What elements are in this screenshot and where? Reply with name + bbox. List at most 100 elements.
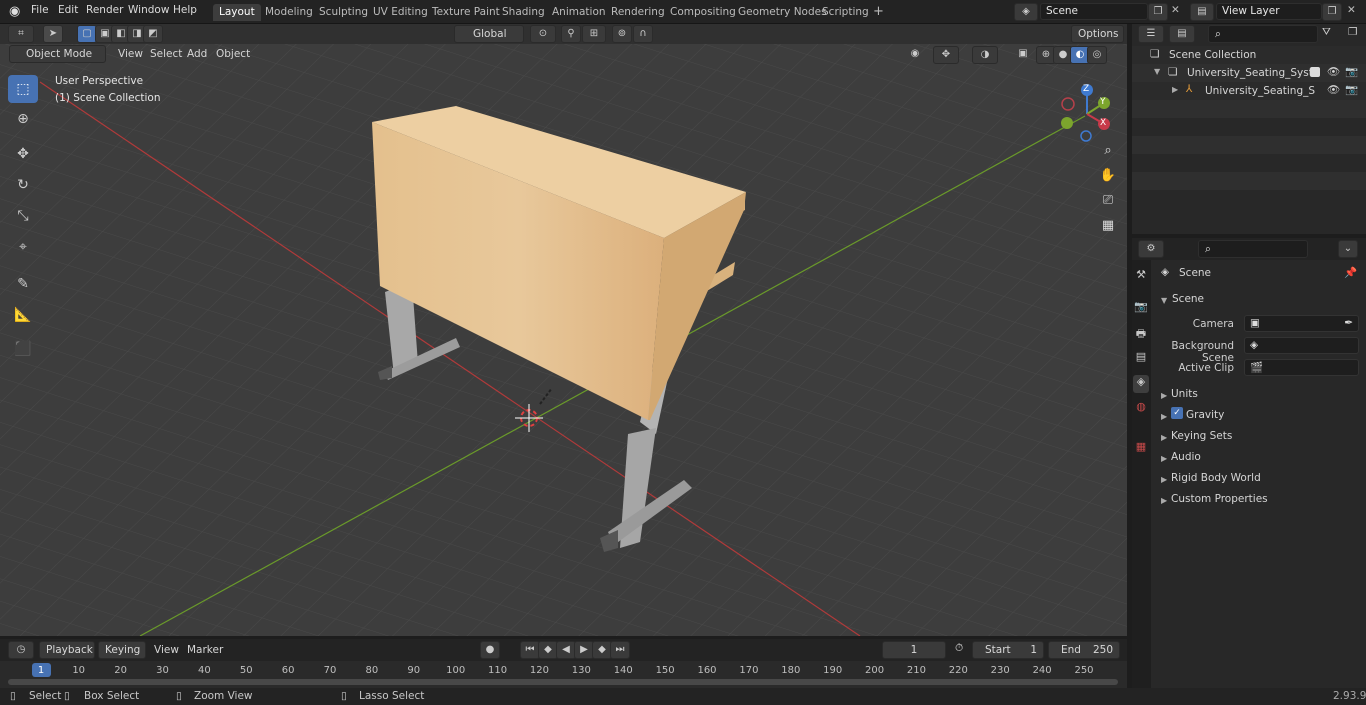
tab-animation[interactable]: Animation bbox=[546, 4, 612, 21]
scene-selector-icon[interactable]: ◈ bbox=[1014, 3, 1038, 21]
collapse-icon[interactable]: ▼ bbox=[1161, 296, 1167, 305]
stopwatch-icon[interactable]: ⏱ bbox=[955, 642, 963, 655]
exclude-checkbox[interactable] bbox=[1310, 67, 1320, 77]
eyedropper-icon[interactable]: ✒ bbox=[1344, 317, 1353, 329]
gravity-checkbox[interactable]: ✓ bbox=[1171, 407, 1183, 419]
camera-field[interactable]: ▣ ✒ bbox=[1244, 315, 1359, 332]
filter-icon[interactable]: ⛛ bbox=[1322, 26, 1331, 39]
start-frame-field[interactable]: Start 1 bbox=[972, 641, 1044, 659]
tool-tab-icon[interactable]: ⚒ bbox=[1133, 268, 1149, 286]
options-button[interactable]: Options bbox=[1071, 25, 1124, 43]
view-layer-selector-icon[interactable]: ▤ bbox=[1190, 3, 1214, 21]
tab-scripting[interactable]: Scripting bbox=[816, 4, 875, 21]
scene-tab-icon[interactable]: ◈ bbox=[1133, 375, 1149, 393]
marker-menu[interactable]: Marker bbox=[187, 644, 223, 656]
menu-view[interactable]: View bbox=[118, 48, 143, 60]
expand-icon[interactable]: ▶ bbox=[1161, 475, 1167, 484]
tab-modeling[interactable]: Modeling bbox=[259, 4, 319, 21]
rigid-body-world-subpanel[interactable]: Rigid Body World bbox=[1171, 472, 1261, 484]
eye-icon[interactable]: 👁 bbox=[1327, 65, 1340, 78]
expand-icon[interactable]: ▶ bbox=[1161, 496, 1167, 505]
expand-icon[interactable]: ▶ bbox=[1161, 454, 1167, 463]
outliner-search-field[interactable]: ⌕ bbox=[1208, 25, 1318, 43]
units-subpanel[interactable]: Units bbox=[1171, 388, 1198, 400]
menu-file[interactable]: File bbox=[31, 4, 49, 16]
prev-keyframe-icon[interactable]: ◆ bbox=[538, 641, 558, 659]
scene-name-field[interactable]: Scene bbox=[1040, 3, 1148, 20]
play-icon[interactable]: ▶ bbox=[574, 641, 594, 659]
keying-menu[interactable]: Keying bbox=[98, 641, 146, 659]
grid-perspective-icon[interactable]: ▦ bbox=[1097, 215, 1119, 237]
select-tool-icon[interactable]: ➤ bbox=[43, 25, 63, 43]
menu-window[interactable]: Window bbox=[128, 4, 169, 16]
gravity-subpanel[interactable]: Gravity bbox=[1186, 409, 1224, 421]
timeline-view-menu[interactable]: View bbox=[154, 644, 179, 656]
tool-cursor[interactable]: ⊕ bbox=[8, 105, 38, 133]
select-intersect-icon[interactable]: ◩ bbox=[143, 25, 163, 43]
expand-icon[interactable]: ▶ bbox=[1161, 412, 1167, 421]
texture-tab-icon[interactable]: ▦ bbox=[1133, 440, 1149, 458]
editor-type-icon[interactable]: ⌗ bbox=[8, 25, 34, 43]
tab-texture-paint[interactable]: Texture Paint bbox=[426, 4, 506, 21]
current-frame-field[interactable]: 1 bbox=[882, 641, 946, 659]
gizmo-toggle-icon[interactable]: ✥ bbox=[933, 46, 959, 64]
menu-help[interactable]: Help bbox=[173, 4, 197, 16]
record-icon[interactable]: ● bbox=[480, 641, 500, 659]
tab-sculpting[interactable]: Sculpting bbox=[313, 4, 374, 21]
outliner-row-item[interactable]: ▼ ❏ University_Seating_System_T 👁 📷 bbox=[1132, 64, 1366, 82]
tool-rotate[interactable]: ↻ bbox=[8, 171, 38, 199]
proportional-edit-icon[interactable]: ⊚ bbox=[612, 25, 632, 43]
play-reverse-icon[interactable]: ◀ bbox=[556, 641, 576, 659]
menu-add[interactable]: Add bbox=[187, 48, 207, 60]
jump-end-icon[interactable]: ⏭ bbox=[610, 641, 630, 659]
hand-pan-icon[interactable]: ✋ bbox=[1097, 165, 1119, 187]
properties-options-icon[interactable]: ⌄ bbox=[1338, 240, 1358, 258]
camera-icon[interactable]: 📷 bbox=[1345, 83, 1358, 96]
menu-render[interactable]: Render bbox=[86, 4, 123, 16]
snap-toggle-icon[interactable]: ⚲ bbox=[561, 25, 581, 43]
falloff-icon[interactable]: ∩ bbox=[633, 25, 653, 43]
delete-scene-icon[interactable]: ✕ bbox=[1171, 4, 1180, 16]
render-tab-icon[interactable]: 📷 bbox=[1133, 300, 1149, 318]
expand-icon[interactable]: ▼ bbox=[1154, 67, 1160, 76]
pin-icon[interactable]: 📌 bbox=[1344, 266, 1357, 279]
timeline-editor-icon[interactable]: ◷ bbox=[8, 641, 34, 659]
tool-measure[interactable]: 📐 bbox=[8, 301, 38, 329]
playback-menu[interactable]: Playback bbox=[39, 641, 95, 659]
outliner-row-item[interactable]: ▶ ⅄ University_Seating_Syste 👁 📷 bbox=[1132, 82, 1366, 100]
jump-start-icon[interactable]: ⏮ bbox=[520, 641, 540, 659]
timeline-scrollbar[interactable] bbox=[8, 679, 1118, 685]
display-mode-icon[interactable]: ▤ bbox=[1169, 25, 1195, 43]
audio-subpanel[interactable]: Audio bbox=[1171, 451, 1201, 463]
background-scene-field[interactable]: ◈ bbox=[1244, 337, 1359, 354]
menu-select[interactable]: Select bbox=[150, 48, 182, 60]
tab-shading[interactable]: Shading bbox=[496, 4, 551, 21]
menu-edit[interactable]: Edit bbox=[58, 4, 78, 16]
keying-sets-subpanel[interactable]: Keying Sets bbox=[1171, 430, 1232, 442]
view-layer-field[interactable]: View Layer bbox=[1216, 3, 1322, 20]
tab-compositing[interactable]: Compositing bbox=[664, 4, 742, 21]
tool-annotate[interactable]: ✎ bbox=[8, 270, 38, 298]
new-view-layer-icon[interactable]: ❐ bbox=[1322, 3, 1342, 21]
next-keyframe-icon[interactable]: ◆ bbox=[592, 641, 612, 659]
tool-transform[interactable]: ⌖ bbox=[8, 233, 38, 261]
custom-properties-subpanel[interactable]: Custom Properties bbox=[1171, 493, 1268, 505]
new-collection-icon[interactable]: ❐ bbox=[1348, 26, 1357, 38]
delete-view-layer-icon[interactable]: ✕ bbox=[1347, 4, 1356, 16]
new-scene-icon[interactable]: ❐ bbox=[1148, 3, 1168, 21]
world-tab-icon[interactable]: ◍ bbox=[1133, 400, 1149, 418]
expand-icon[interactable]: ▶ bbox=[1161, 433, 1167, 442]
visibility-icon[interactable]: ◉ bbox=[902, 46, 928, 64]
transform-orientation-dropdown[interactable]: Global bbox=[454, 25, 524, 43]
overlay-toggle-icon[interactable]: ◑ bbox=[972, 46, 998, 64]
eye-icon[interactable]: 👁 bbox=[1327, 83, 1340, 96]
end-frame-field[interactable]: End 250 bbox=[1048, 641, 1120, 659]
select-new-icon[interactable]: ▢ bbox=[77, 25, 97, 43]
tab-uv-editing[interactable]: UV Editing bbox=[367, 4, 434, 21]
tool-select-box[interactable]: ⬚ bbox=[8, 75, 38, 103]
xray-icon[interactable]: ▣ bbox=[1013, 46, 1033, 64]
menu-object[interactable]: Object bbox=[216, 48, 250, 60]
scene-panel-header[interactable]: Scene bbox=[1172, 293, 1204, 305]
navigation-gizmo[interactable]: Z Y X bbox=[1056, 80, 1118, 142]
expand-icon[interactable]: ▶ bbox=[1161, 391, 1167, 400]
